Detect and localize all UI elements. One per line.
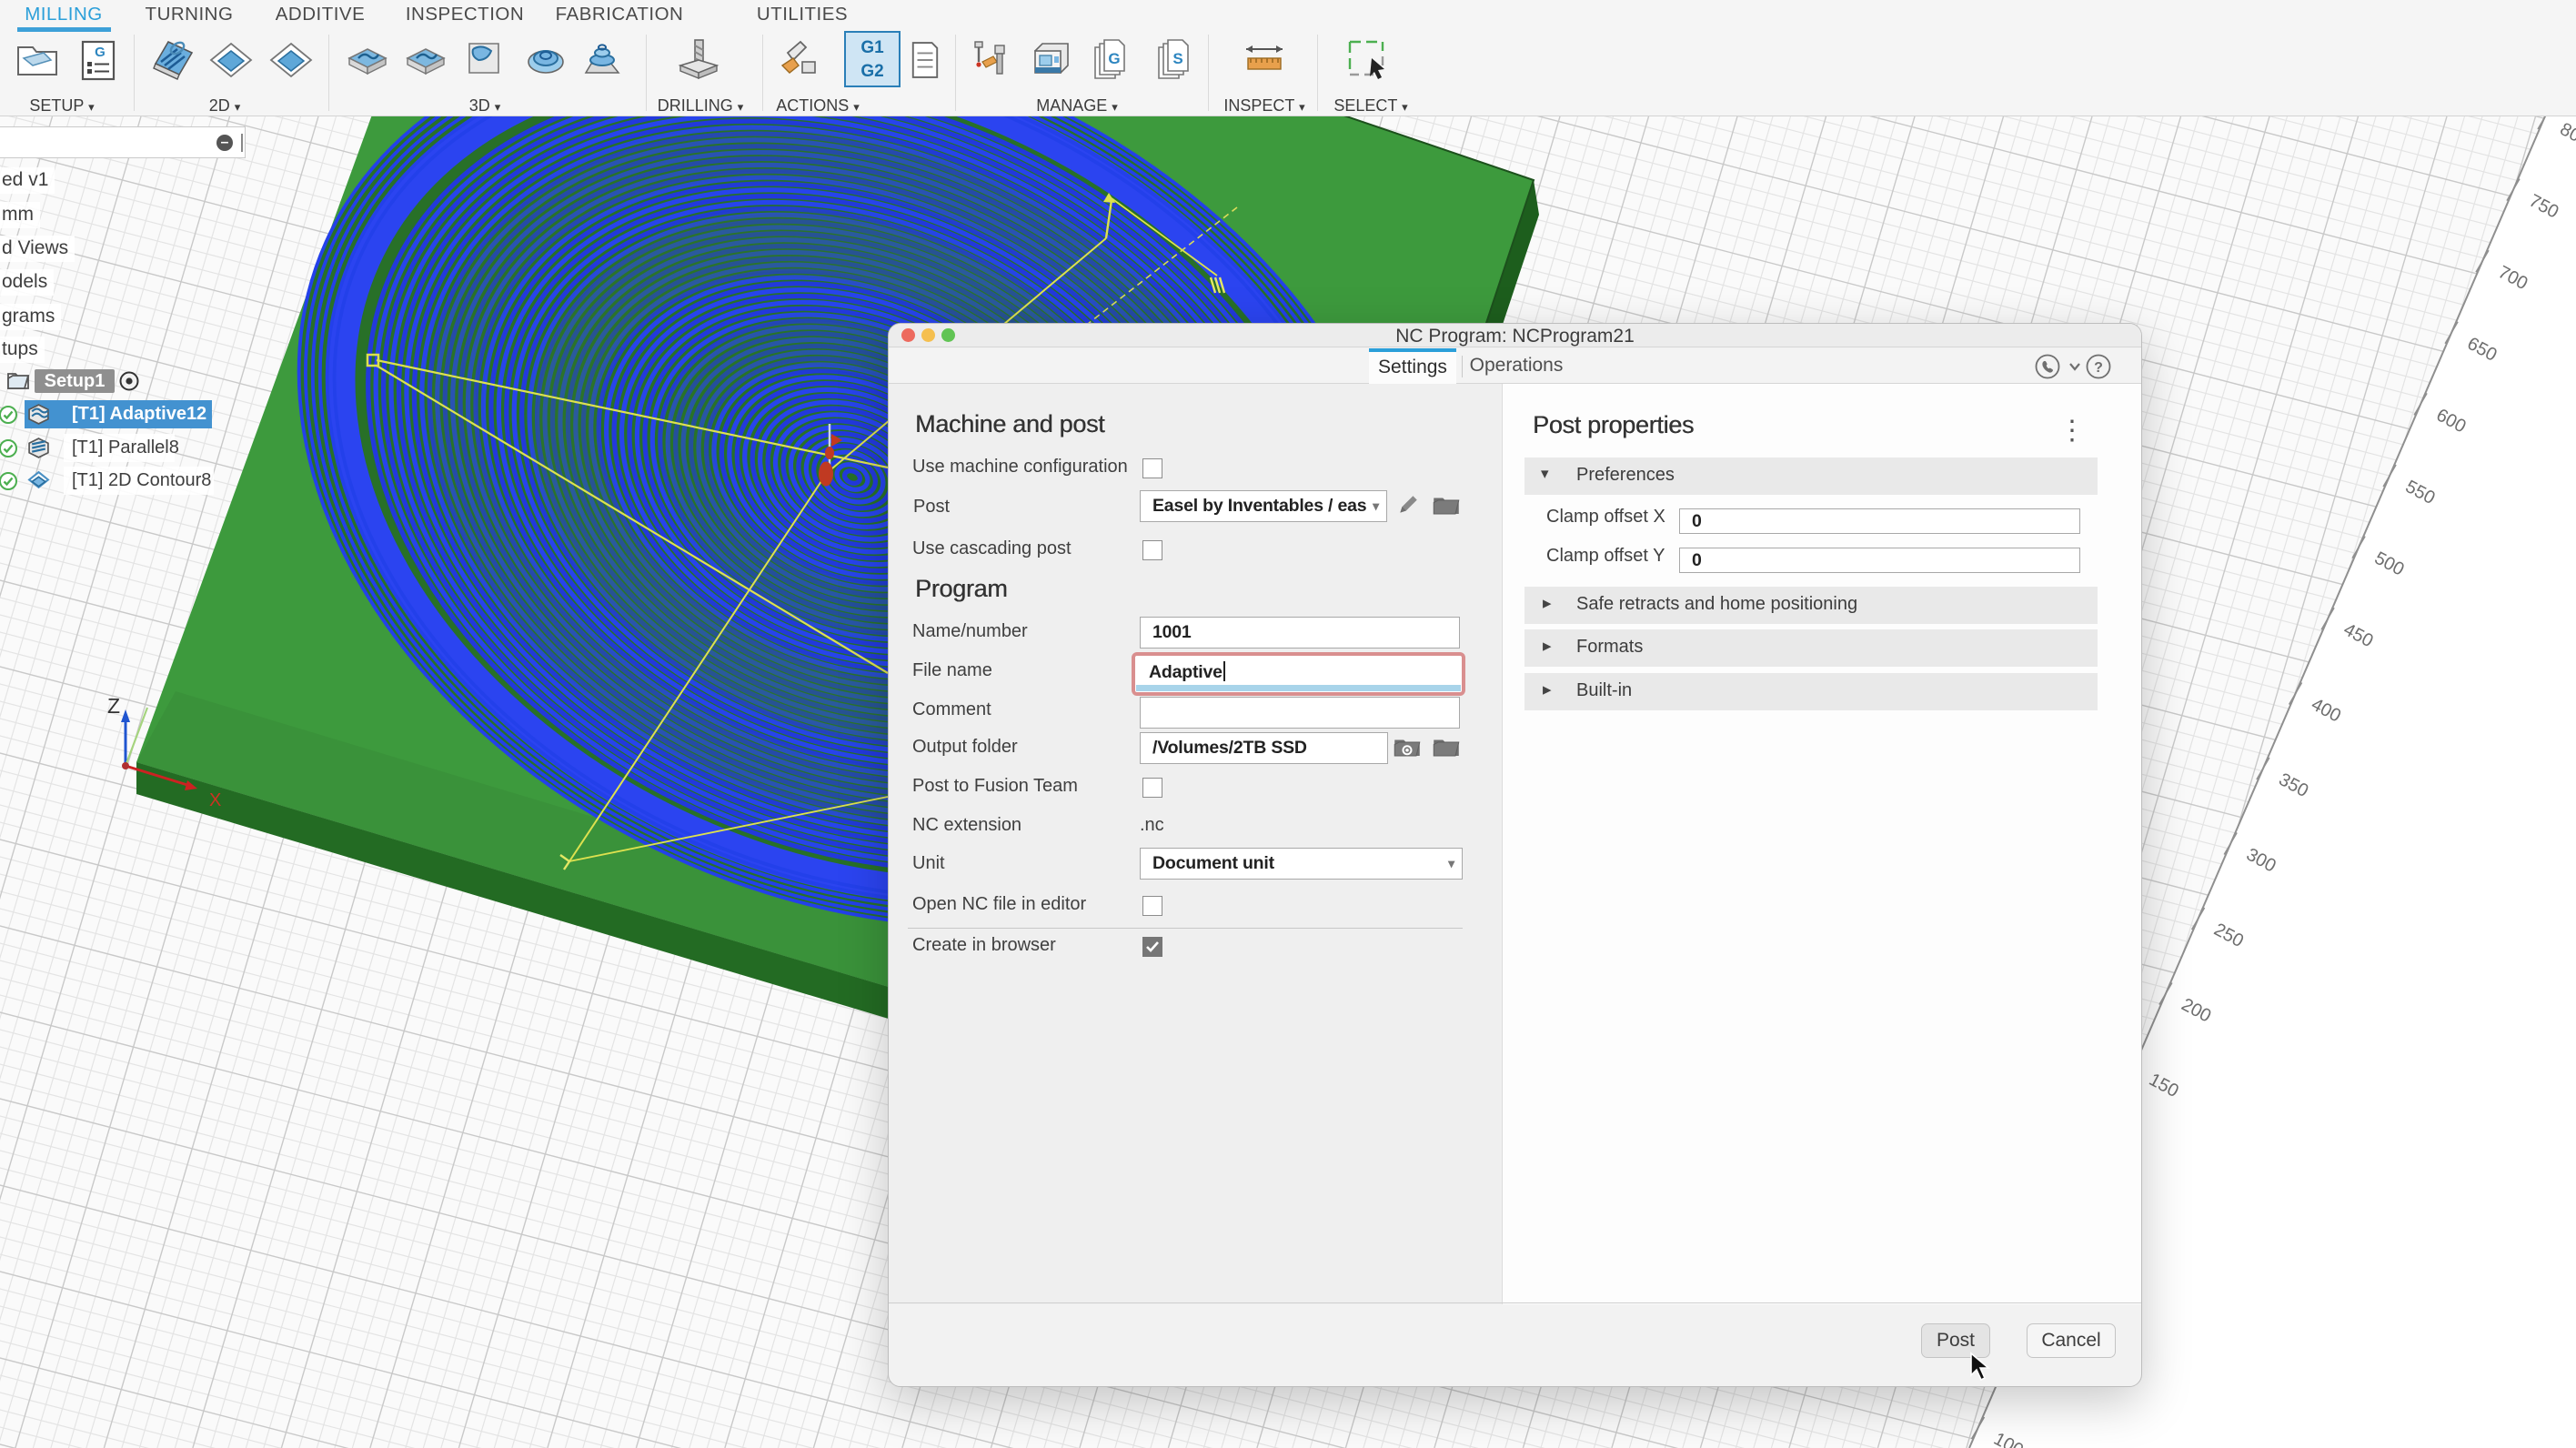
svg-text:X: X — [209, 790, 221, 810]
svg-text:G: G — [1108, 50, 1120, 67]
svg-text:?: ? — [2094, 360, 2103, 376]
svg-text:S: S — [1172, 50, 1182, 67]
svg-text:Z: Z — [107, 694, 120, 718]
svg-text:G: G — [95, 45, 106, 60]
